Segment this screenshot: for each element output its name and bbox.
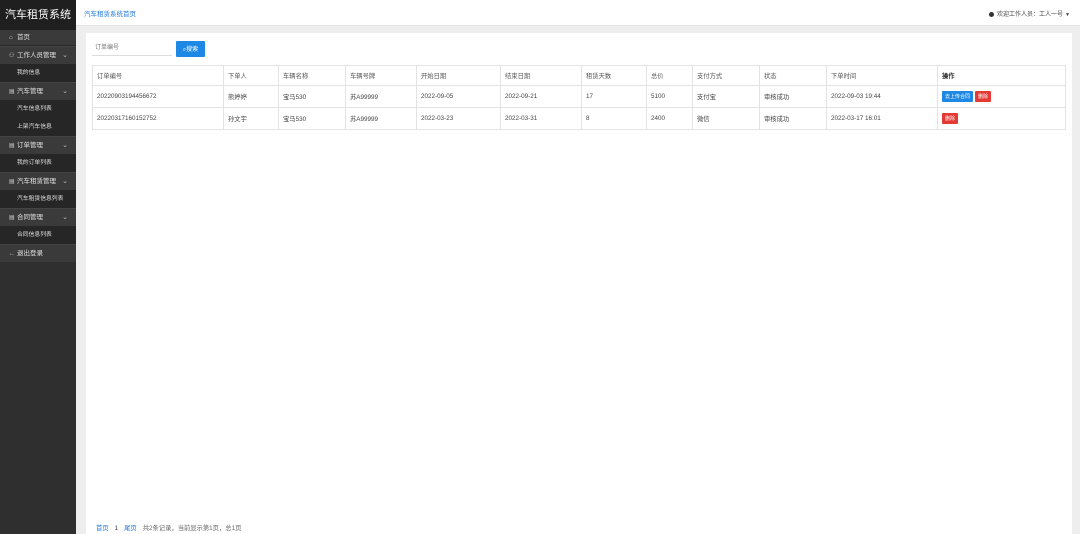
sidebar-item-logout[interactable]: ← 退出登录 (0, 244, 76, 262)
sidebar-item-rental-list[interactable]: 汽车租赁信息列表 (0, 190, 76, 208)
last-page-link[interactable]: 尾页 (124, 525, 137, 532)
car-name: 宝马530 (278, 85, 346, 108)
order-number: 20220903194456672 (92, 85, 224, 108)
sidebar-group-staff[interactable]: ⚇ 工作人员管理 ⌄ (0, 46, 76, 64)
column-header: 状态 (759, 65, 827, 86)
user-icon (989, 11, 995, 17)
chevron-down-icon: ⌄ (62, 52, 68, 59)
caret-down-icon: ▼ (1065, 12, 1070, 18)
search-button[interactable]: ⌕搜索 (176, 41, 205, 57)
column-header: 总价 (646, 65, 693, 86)
order-number-search-input[interactable] (92, 41, 172, 56)
actions-cell: 删除 (937, 107, 1066, 130)
column-header: 订单编号 (92, 65, 224, 86)
sidebar-group-contracts[interactable]: ▤ 合同管理 ⌄ (0, 208, 76, 226)
sidebar-item-my-info[interactable]: 我的信息 (0, 64, 76, 82)
document-icon: ▤ (9, 179, 15, 185)
plate-number: 苏A99999 (345, 107, 417, 130)
chevron-down-icon: ⌄ (62, 214, 68, 221)
sidebar: 汽车租赁系统 ⌂ 首页 ⚇ 工作人员管理 ⌄ 我的信息 ▤ 汽车管理 ⌄ 汽车信息列表… (0, 0, 76, 534)
column-header: 下单时间 (826, 65, 938, 86)
delete-button[interactable]: 删除 (975, 91, 992, 102)
breadcrumb[interactable]: 汽车租赁系统首页 (84, 8, 136, 18)
first-page-link[interactable]: 首页 (96, 525, 109, 532)
sidebar-group-cars[interactable]: ▤ 汽车管理 ⌄ (0, 82, 76, 100)
actions-cell: 去上传合同 删除 (937, 85, 1066, 108)
sidebar-item-my-orders[interactable]: 我的订单列表 (0, 154, 76, 172)
document-icon: ▤ (9, 143, 15, 149)
rental-days: 17 (581, 85, 647, 108)
order-time: 2022-09-03 19:44 (826, 85, 938, 108)
top-header: 汽车租赁系统首页 欢迎工作人员：工人一号 ▼ (76, 0, 1080, 26)
customer-name: 熊婷婷 (223, 85, 279, 108)
column-header: 下单人 (223, 65, 279, 86)
total-price: 5100 (646, 85, 693, 108)
order-status: 审核成功 (759, 107, 827, 130)
home-icon: ⌂ (9, 35, 13, 41)
rental-days: 8 (581, 107, 647, 130)
delete-button[interactable]: 删除 (942, 113, 959, 124)
sidebar-item-contract-list[interactable]: 合同信息列表 (0, 226, 76, 244)
car-name: 宝马530 (278, 107, 346, 130)
payment-method: 支付宝 (692, 85, 760, 108)
logout-icon: ← (9, 251, 15, 257)
content-panel: ⌕搜索 订单编号 下单人 车辆名称 车辆号牌 开始日期 结束日期 租赁天数 总价… (86, 33, 1072, 534)
total-price: 2400 (646, 107, 693, 130)
table-row: 20220903194456672 熊婷婷 宝马530 苏A99999 2022… (92, 85, 1066, 108)
chevron-down-icon: ⌄ (62, 142, 68, 149)
column-header: 操作 (937, 65, 1066, 86)
order-time: 2022-03-17 16:01 (826, 107, 938, 130)
document-icon: ▤ (9, 89, 15, 95)
payment-method: 微信 (692, 107, 760, 130)
start-date: 2022-03-23 (416, 107, 501, 130)
upload-contract-button[interactable]: 去上传合同 (942, 91, 974, 102)
column-header: 车辆号牌 (345, 65, 417, 86)
sidebar-item-car-publish[interactable]: 上架汽车信息 (0, 118, 76, 136)
pagination: 首页 1 尾页 共2条记录，当前显示第1页，总1页 (96, 523, 241, 532)
column-header: 结束日期 (500, 65, 582, 86)
app-title: 汽车租赁系统 (0, 0, 76, 30)
chevron-down-icon: ⌄ (62, 88, 68, 95)
column-header: 开始日期 (416, 65, 501, 86)
table-header-row: 订单编号 下单人 车辆名称 车辆号牌 开始日期 结束日期 租赁天数 总价 支付方… (92, 65, 1066, 86)
sidebar-group-orders[interactable]: ▤ 订单管理 ⌄ (0, 136, 76, 154)
sidebar-item-car-list[interactable]: 汽车信息列表 (0, 100, 76, 118)
sidebar-item-home[interactable]: ⌂ 首页 (0, 30, 76, 46)
customer-name: 孙文宇 (223, 107, 279, 130)
chevron-down-icon: ⌄ (62, 178, 68, 185)
user-menu[interactable]: 欢迎工作人员：工人一号 ▼ (989, 9, 1070, 18)
end-date: 2022-09-21 (500, 85, 582, 108)
start-date: 2022-09-05 (416, 85, 501, 108)
column-header: 支付方式 (692, 65, 760, 86)
page-number[interactable]: 1 (115, 525, 119, 532)
column-header: 租赁天数 (581, 65, 647, 86)
pagination-summary: 共2条记录，当前显示第1页，总1页 (142, 525, 242, 532)
sidebar-group-rentals[interactable]: ▤ 汽车租赁管理 ⌄ (0, 172, 76, 190)
orders-table: 订单编号 下单人 车辆名称 车辆号牌 开始日期 结束日期 租赁天数 总价 支付方… (92, 65, 1066, 130)
order-number: 20220317160152752 (92, 107, 224, 130)
plate-number: 苏A99999 (345, 85, 417, 108)
column-header: 车辆名称 (278, 65, 346, 86)
users-icon: ⚇ (9, 53, 15, 59)
document-icon: ▤ (9, 215, 15, 221)
table-row: 20220317160152752 孙文宇 宝马530 苏A99999 2022… (92, 107, 1066, 130)
order-status: 审核成功 (759, 85, 827, 108)
end-date: 2022-03-31 (500, 107, 582, 130)
